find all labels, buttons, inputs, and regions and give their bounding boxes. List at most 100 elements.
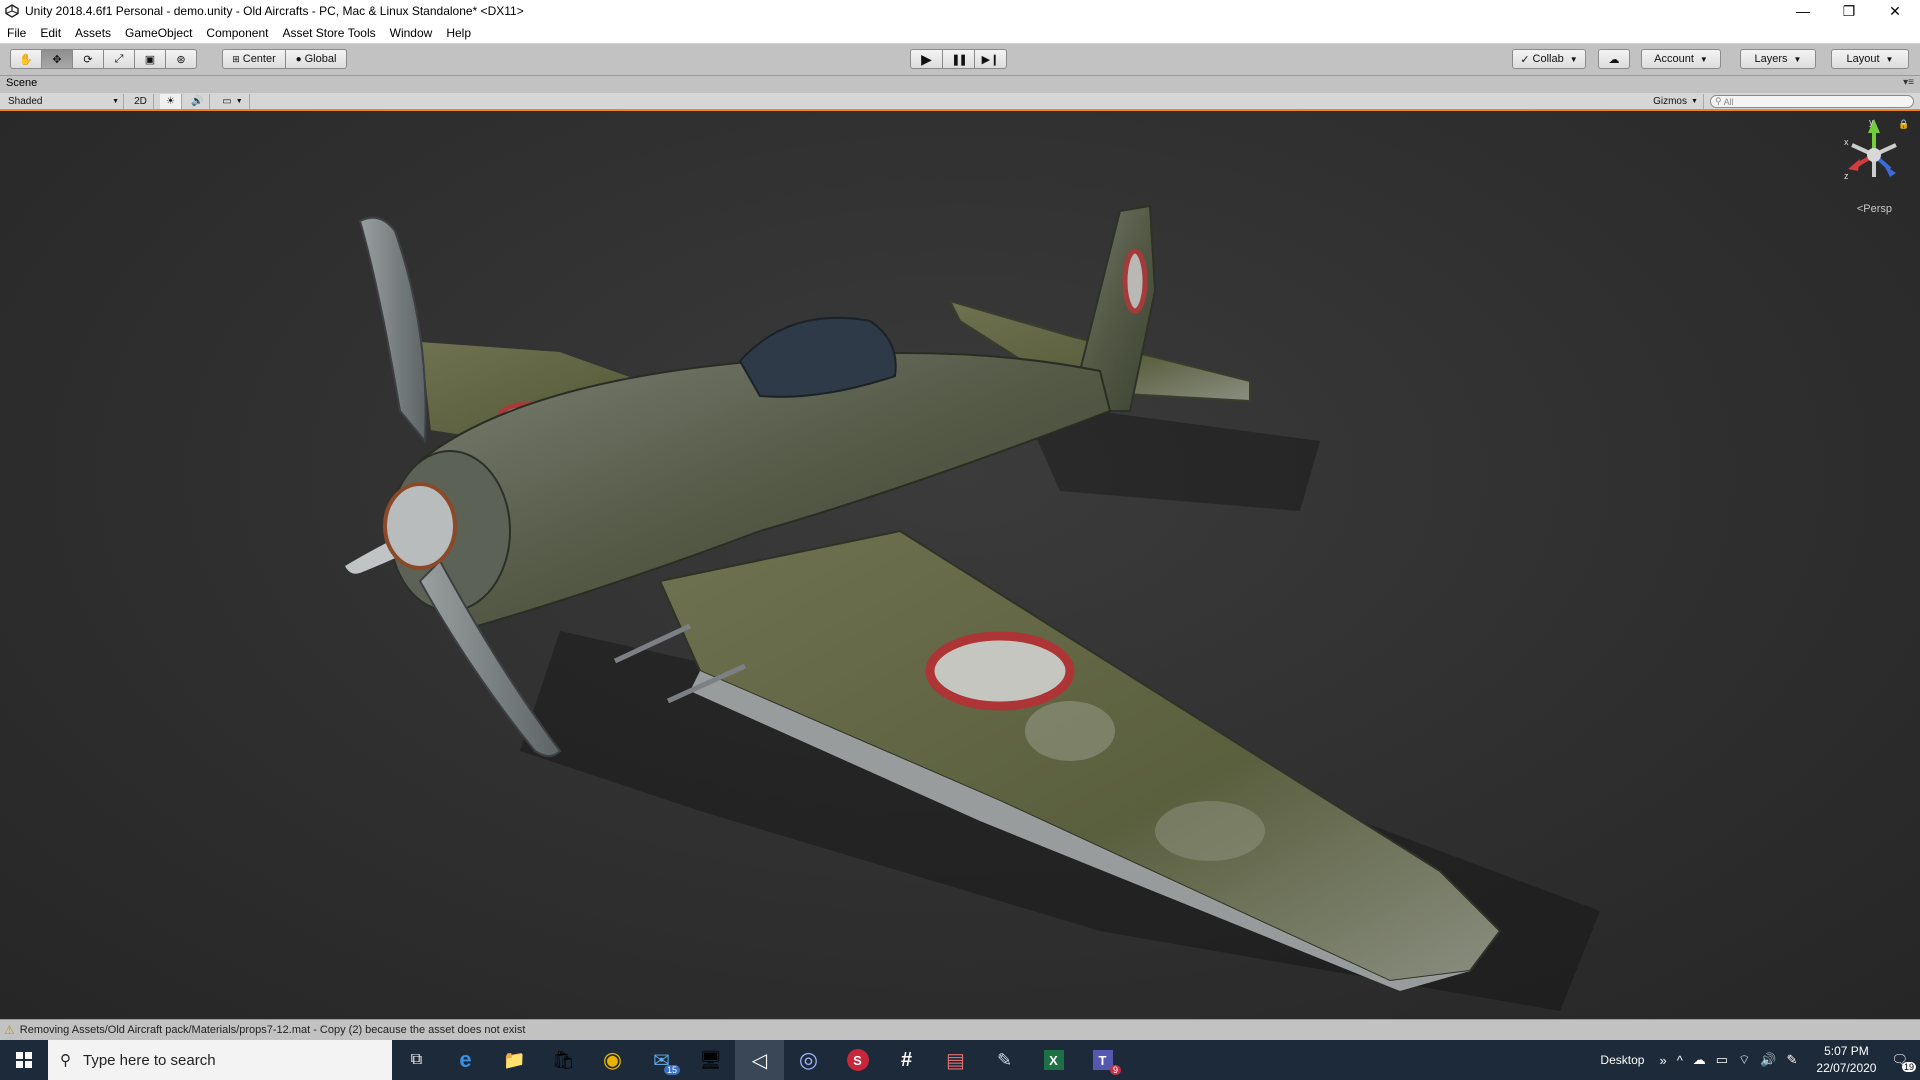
menu-help[interactable]: Help xyxy=(439,22,478,44)
slack-button[interactable]: # xyxy=(882,1040,931,1080)
show-hidden-icons-icon[interactable]: ^ xyxy=(1677,1053,1683,1068)
chevron-down-icon: ▼ xyxy=(1699,54,1708,64)
shading-mode-dropdown[interactable]: Shaded ▼ xyxy=(4,94,124,109)
audio-toggle[interactable]: 🔊 xyxy=(186,94,210,109)
remote-desktop-button[interactable]: 🖥 xyxy=(686,1040,735,1080)
scale-icon: ⤢ xyxy=(114,52,124,65)
chevron-down-icon: ▼ xyxy=(1569,54,1578,64)
menu-asset-store-tools[interactable]: Asset Store Tools xyxy=(275,22,382,44)
layout-dropdown[interactable]: Layout ▼ xyxy=(1831,49,1909,69)
wifi-icon[interactable]: ⌔ xyxy=(1738,1052,1750,1068)
clock-time: 5:07 PM xyxy=(1824,1044,1869,1058)
paint-button[interactable]: ✎ xyxy=(980,1040,1029,1080)
layers-dropdown[interactable]: Layers ▼ xyxy=(1740,49,1816,69)
gizmos-dropdown[interactable]: Gizmos ▼ xyxy=(1648,94,1704,109)
status-bar[interactable]: ⚠ Removing Assets/Old Aircraft pack/Mate… xyxy=(0,1019,1920,1040)
winrar-button[interactable]: ▤ xyxy=(931,1040,980,1080)
persp-text: Persp xyxy=(1863,203,1892,215)
play-button[interactable]: ▶ xyxy=(910,49,943,69)
windows-logo-icon xyxy=(16,1052,32,1068)
main-toolbar: ✋ ✥ ⟳ ⤢ ▣ ⊛ ⊞ Center ● Global ▶ ❚❚ ▶❙ ✓ Col… xyxy=(0,44,1920,76)
monitor-icon: 🖥 xyxy=(699,1049,722,1070)
collab-button[interactable]: ✓ Collab ▼ xyxy=(1512,49,1586,69)
projection-label[interactable]: <Persp xyxy=(1857,203,1892,215)
2d-toggle[interactable]: 2D xyxy=(128,94,154,109)
rotate-icon: ⟳ xyxy=(83,53,93,66)
close-button[interactable]: ✕ xyxy=(1872,0,1918,22)
menu-gameobject[interactable]: GameObject xyxy=(118,22,199,44)
teams-button[interactable]: T9 xyxy=(1078,1040,1127,1080)
tab-scene[interactable]: Scene xyxy=(6,77,37,89)
clock[interactable]: 5:07 PM 22/07/2020 xyxy=(1816,1043,1876,1077)
menu-edit[interactable]: Edit xyxy=(33,22,68,44)
hand-tool-button[interactable]: ✋ xyxy=(10,49,42,69)
edge-icon: e xyxy=(459,1047,472,1072)
volume-icon[interactable]: 🔊 xyxy=(1760,1052,1776,1068)
status-message: Removing Assets/Old Aircraft pack/Materi… xyxy=(19,1024,526,1036)
file-explorer-button[interactable]: 📁 xyxy=(490,1040,539,1080)
mail-badge: 15 xyxy=(663,1065,680,1075)
chrome-button[interactable]: ◉ xyxy=(588,1040,637,1080)
pivot-label: Center xyxy=(242,53,276,65)
paint-icon: ✎ xyxy=(996,1049,1013,1070)
cinema4d-icon: ◎ xyxy=(798,1047,819,1072)
space-label: Global xyxy=(304,53,337,65)
rect-icon: ▣ xyxy=(144,53,156,66)
shading-mode-label: Shaded xyxy=(8,96,43,107)
battery-icon[interactable]: ▭ xyxy=(1716,1052,1728,1068)
cloud-icon: ☁ xyxy=(1608,53,1620,66)
menu-assets[interactable]: Assets xyxy=(68,22,118,44)
excel-button[interactable]: X xyxy=(1029,1040,1078,1080)
system-tray: Desktop » ^ ☁ ▭ ⌔ 🔊 ✎ 5:07 PM 22/07/2020… xyxy=(1600,1040,1920,1080)
onedrive-icon[interactable]: ☁ xyxy=(1693,1052,1706,1068)
search-icon: ⚲ xyxy=(60,1052,71,1069)
search-icon: ⚲ xyxy=(1715,96,1722,106)
pause-button[interactable]: ❚❚ xyxy=(942,49,975,69)
unity-taskbar-button[interactable]: ◁ xyxy=(735,1040,784,1080)
double-chevron-icon[interactable]: » xyxy=(1659,1053,1666,1068)
mail-button[interactable]: ✉ 15 xyxy=(637,1040,686,1080)
warning-icon: ⚠ xyxy=(4,1023,15,1037)
menu-file[interactable]: File xyxy=(0,22,33,44)
scene-viewport[interactable]: y x z 🔒 <Persp xyxy=(0,111,1920,1019)
pause-icon: ❚❚ xyxy=(951,53,968,66)
notification-center-icon[interactable]: 🗨 19 xyxy=(1891,1052,1916,1072)
speaker-icon: 🔊 xyxy=(191,96,204,107)
menu-window[interactable]: Window xyxy=(383,22,440,44)
hand-icon: ✋ xyxy=(19,53,33,66)
account-dropdown[interactable]: Account ▼ xyxy=(1641,49,1721,69)
transform-tools: ✋ ✥ ⟳ ⤢ ▣ ⊛ xyxy=(10,49,197,69)
transform-tool-button[interactable]: ⊛ xyxy=(165,49,197,69)
lighting-toggle[interactable]: ☀ xyxy=(160,94,182,109)
taskbar-search-placeholder: Type here to search xyxy=(83,1051,216,1069)
cloud-group: ☁ xyxy=(1598,49,1630,69)
cloud-button[interactable]: ☁ xyxy=(1598,49,1630,69)
desktop-toolbar-label[interactable]: Desktop xyxy=(1600,1053,1644,1067)
cinema4d-button[interactable]: ◎ xyxy=(784,1040,833,1080)
pivot-center-button[interactable]: ⊞ Center xyxy=(222,49,286,69)
effects-dropdown[interactable]: ▭ ▼ xyxy=(216,94,250,109)
orientation-gizmo[interactable]: y x z 🔒 xyxy=(1838,115,1910,215)
rect-tool-button[interactable]: ▣ xyxy=(134,49,166,69)
move-tool-button[interactable]: ✥ xyxy=(41,49,73,69)
task-view-button[interactable]: ⧉ xyxy=(392,1040,441,1080)
edge-button[interactable]: e xyxy=(441,1040,490,1080)
rotate-tool-button[interactable]: ⟳ xyxy=(72,49,104,69)
layout-label: Layout xyxy=(1846,53,1880,65)
restore-button[interactable]: ❐ xyxy=(1826,0,1872,22)
minimize-button[interactable]: — xyxy=(1780,0,1826,22)
step-button[interactable]: ▶❙ xyxy=(974,49,1007,69)
pen-icon[interactable]: ✎ xyxy=(1787,1052,1798,1068)
taskbar-search-input[interactable]: ⚲ Type here to search xyxy=(48,1040,392,1080)
aircraft-model xyxy=(345,204,1600,1011)
pivot-global-button[interactable]: ● Global xyxy=(285,49,347,69)
start-button[interactable] xyxy=(0,1040,48,1080)
app-s-button[interactable]: S xyxy=(833,1040,882,1080)
tab-menu-icon[interactable]: ▾≡ xyxy=(1903,77,1914,88)
scale-tool-button[interactable]: ⤢ xyxy=(103,49,135,69)
teams-badge: 9 xyxy=(1109,1065,1121,1075)
menu-component[interactable]: Component xyxy=(199,22,275,44)
scene-search-input[interactable]: ⚲ All xyxy=(1710,95,1914,108)
sun-icon: ☀ xyxy=(166,96,175,107)
store-button[interactable]: 🛍 xyxy=(539,1040,588,1080)
